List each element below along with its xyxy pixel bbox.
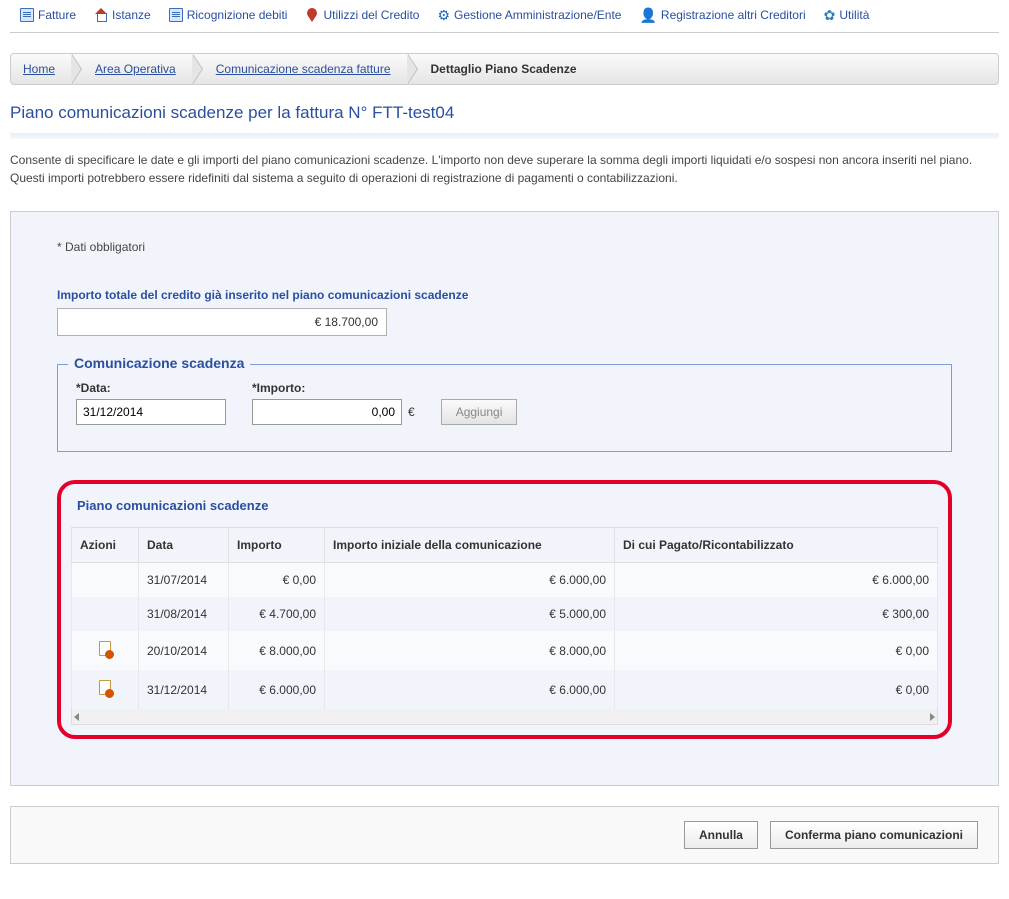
- importo-label: *Importo:: [252, 381, 415, 395]
- th-init: Importo iniziale della comunicazione: [325, 527, 615, 563]
- cell-azioni: [71, 563, 139, 597]
- cell-pagato: € 0,00: [615, 631, 938, 670]
- total-field: Importo totale del credito già inserito …: [57, 288, 952, 336]
- menu-registrazione[interactable]: 👤 Registrazione altri Creditori: [639, 8, 805, 22]
- cell-importo-iniziale: € 6.000,00: [325, 563, 615, 597]
- comunicazione-scadenza-fieldset: Comunicazione scadenza *Data: *Importo: …: [57, 364, 952, 452]
- data-input[interactable]: [76, 399, 226, 425]
- cell-importo: € 0,00: [229, 563, 325, 597]
- person-icon: 👤: [639, 8, 656, 22]
- document-icon: [20, 8, 34, 22]
- menu-label: Utilizzi del Credito: [323, 8, 419, 22]
- cell-importo-iniziale: € 6.000,00: [325, 670, 615, 709]
- menu-istanze[interactable]: Istanze: [94, 8, 151, 22]
- breadcrumb-area[interactable]: Area Operativa: [73, 54, 194, 84]
- table-row: 31/07/2014€ 0,00€ 6.000,00€ 6.000,00: [71, 563, 938, 597]
- th-importo: Importo: [229, 527, 325, 563]
- total-label: Importo totale del credito già inserito …: [57, 288, 952, 302]
- scroll-left-icon[interactable]: [74, 713, 79, 721]
- euro-symbol: €: [408, 405, 415, 419]
- cell-data: 31/08/2014: [139, 597, 229, 631]
- footer-bar: Annulla Conferma piano comunicazioni: [10, 806, 999, 864]
- delete-icon[interactable]: [98, 641, 112, 657]
- house-icon: [94, 8, 108, 22]
- data-label: *Data:: [76, 381, 226, 395]
- cell-data: 31/07/2014: [139, 563, 229, 597]
- menu-label: Istanze: [112, 8, 151, 22]
- cell-importo-iniziale: € 8.000,00: [325, 631, 615, 670]
- table-row: 31/12/2014€ 6.000,00€ 6.000,00€ 0,00: [71, 670, 938, 709]
- scadenze-table: Azioni Data Importo Importo iniziale del…: [71, 527, 938, 709]
- cell-data: 31/12/2014: [139, 670, 229, 709]
- cell-azioni: [71, 597, 139, 631]
- table-title: Piano comunicazioni scadenze: [77, 498, 938, 513]
- menu-label: Gestione Amministrazione/Ente: [454, 8, 621, 22]
- menu-label: Fatture: [38, 8, 76, 22]
- scroll-right-icon[interactable]: [930, 713, 935, 721]
- horizontal-scrollbar[interactable]: [71, 709, 938, 725]
- breadcrumb-home[interactable]: Home: [11, 54, 73, 84]
- piano-scadenze-highlight: Piano comunicazioni scadenze Azioni Data…: [57, 480, 952, 739]
- menu-fatture[interactable]: Fatture: [20, 8, 76, 22]
- th-azioni: Azioni: [71, 527, 139, 563]
- fieldset-legend: Comunicazione scadenza: [68, 355, 250, 371]
- cell-data: 20/10/2014: [139, 631, 229, 670]
- cell-azioni: [71, 631, 139, 670]
- menu-utilita[interactable]: ✿ Utilità: [824, 8, 870, 22]
- cell-azioni: [71, 670, 139, 709]
- menu-label: Utilità: [839, 8, 869, 22]
- title-separator: [10, 133, 999, 139]
- total-input: [57, 308, 387, 336]
- fieldset-row: *Data: *Importo: € Aggiungi: [76, 381, 933, 425]
- delete-icon[interactable]: [98, 680, 112, 696]
- table-row: 31/08/2014€ 4.700,00€ 5.000,00€ 300,00: [71, 597, 938, 631]
- menu-utilizzi[interactable]: Utilizzi del Credito: [305, 8, 419, 22]
- cell-importo-iniziale: € 5.000,00: [325, 597, 615, 631]
- cell-importo: € 6.000,00: [229, 670, 325, 709]
- util-icon: ✿: [824, 8, 836, 22]
- ribbon-icon: [305, 8, 319, 22]
- top-menu: Fatture Istanze Ricognizione debiti Util…: [10, 0, 999, 33]
- conferma-button[interactable]: Conferma piano comunicazioni: [770, 821, 978, 849]
- gear-icon: ⚙: [437, 8, 450, 22]
- breadcrumb-comm[interactable]: Comunicazione scadenza fatture: [194, 54, 409, 84]
- menu-ricognizione[interactable]: Ricognizione debiti: [169, 8, 288, 22]
- menu-gestione[interactable]: ⚙ Gestione Amministrazione/Ente: [437, 8, 621, 22]
- cell-pagato: € 0,00: [615, 670, 938, 709]
- aggiungi-button[interactable]: Aggiungi: [441, 399, 518, 425]
- page-description: Consente di specificare le date e gli im…: [10, 151, 999, 187]
- annulla-button[interactable]: Annulla: [684, 821, 758, 849]
- cell-pagato: € 6.000,00: [615, 563, 938, 597]
- menu-label: Registrazione altri Creditori: [661, 8, 806, 22]
- mandatory-label: * Dati obbligatori: [57, 240, 952, 254]
- breadcrumb-detail: Dettaglio Piano Scadenze: [409, 54, 595, 84]
- cell-pagato: € 300,00: [615, 597, 938, 631]
- menu-label: Ricognizione debiti: [187, 8, 288, 22]
- breadcrumb: Home Area Operativa Comunicazione scaden…: [10, 53, 999, 85]
- cell-importo: € 8.000,00: [229, 631, 325, 670]
- main-card: * Dati obbligatori Importo totale del cr…: [10, 211, 999, 786]
- document-icon: [169, 8, 183, 22]
- cell-importo: € 4.700,00: [229, 597, 325, 631]
- table-row: 20/10/2014€ 8.000,00€ 8.000,00€ 0,00: [71, 631, 938, 670]
- th-data: Data: [139, 527, 229, 563]
- th-pagato: Di cui Pagato/Ricontabilizzato: [615, 527, 938, 563]
- importo-input[interactable]: [252, 399, 402, 425]
- page-title: Piano comunicazioni scadenze per la fatt…: [10, 103, 999, 123]
